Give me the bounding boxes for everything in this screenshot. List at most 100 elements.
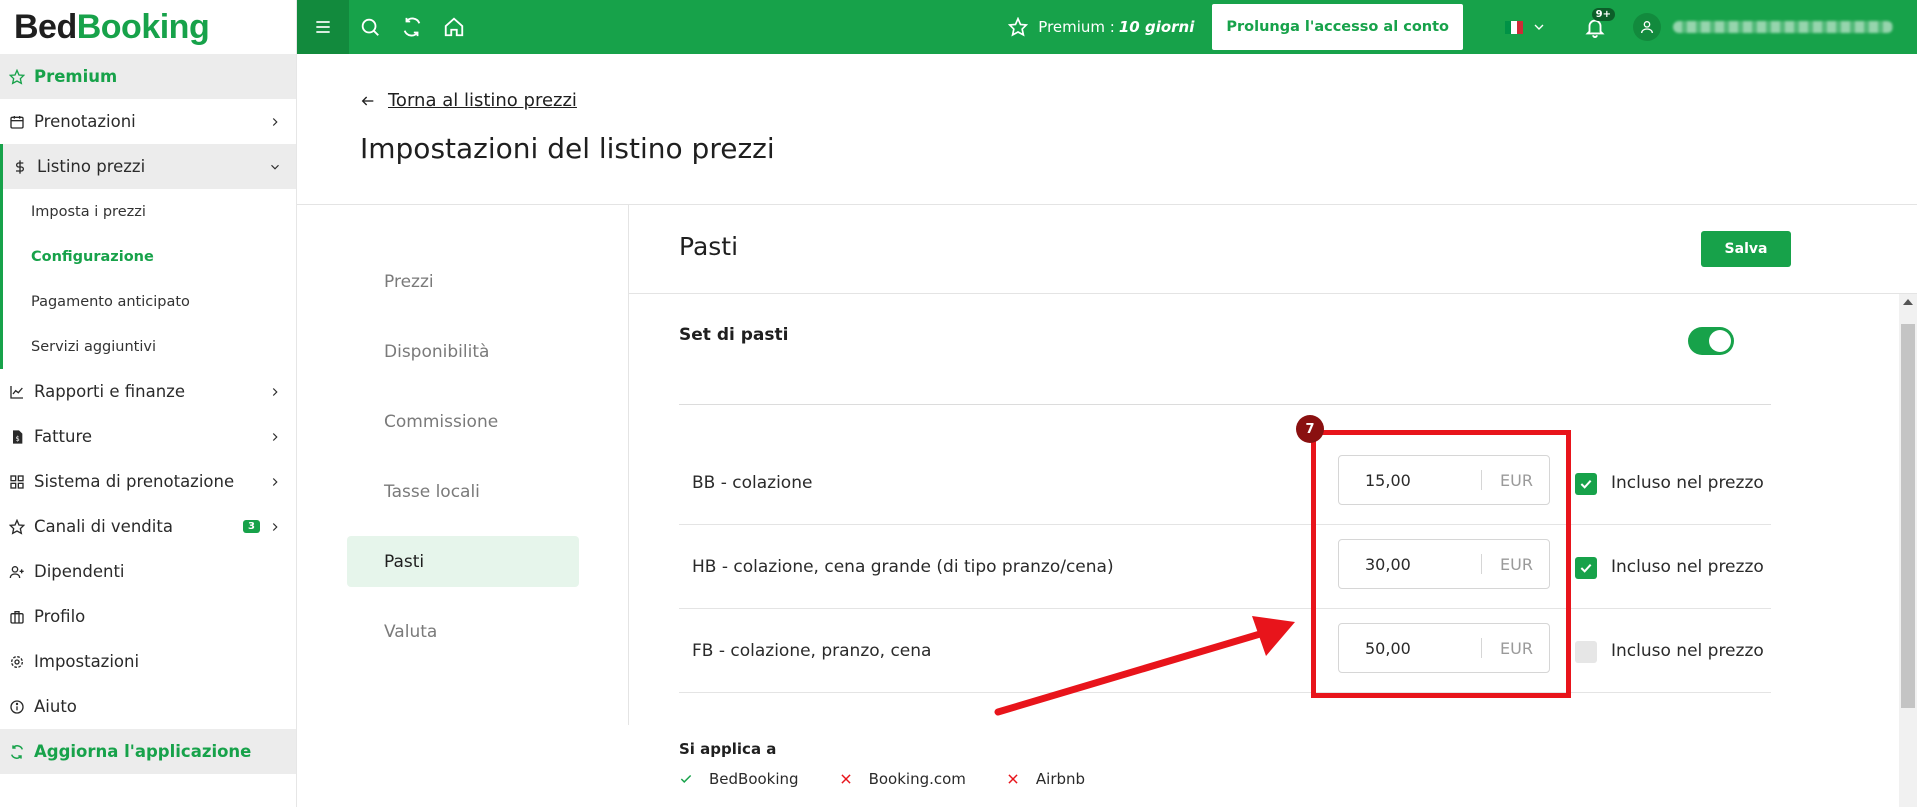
cross-icon [1008, 774, 1018, 784]
chevron-right-icon [268, 115, 282, 129]
meal-row-bb: BB - colazione 15,00 EUR Incluso nel pre… [679, 441, 1771, 525]
included-label: Incluso nel prezzo [1611, 556, 1764, 577]
star-outline-icon [8, 518, 26, 536]
chart-icon [8, 383, 26, 401]
meal-set-label: Set di pasti [679, 325, 789, 345]
sidebar-item-prenotazioni[interactable]: Prenotazioni [0, 99, 296, 144]
included-checkbox[interactable] [1575, 473, 1597, 495]
scrollbar-thumb[interactable] [1901, 324, 1915, 708]
user-plus-icon [8, 563, 26, 581]
language-selector[interactable] [1505, 19, 1547, 35]
sidebar-item-label: Impostazioni [34, 652, 140, 671]
italy-flag-icon [1505, 20, 1523, 34]
sidebar-item-aiuto[interactable]: Aiuto [0, 684, 296, 729]
sidebar-item-fatture[interactable]: $ Fatture [0, 414, 296, 459]
sidebar-item-label: Fatture [34, 427, 93, 446]
sidebar-item-canali-vendita[interactable]: Canali di vendita 3 [0, 504, 296, 549]
scrollbar[interactable] [1899, 294, 1917, 807]
sidebar-item-aggiorna[interactable]: Aggiorna l'applicazione [0, 729, 296, 774]
annotation-arrow-icon [994, 616, 1295, 716]
extend-access-button[interactable]: Prolunga l'accesso al conto [1212, 4, 1463, 50]
briefcase-icon [8, 608, 26, 626]
sidebar-item-rapporti[interactable]: Rapporti e finanze [0, 369, 296, 414]
sidebar: Bed Booking Premium Prenotazioni Listino … [0, 0, 297, 807]
meal-name: FB - colazione, pranzo, cena [692, 640, 932, 661]
channel-name: BedBooking [709, 770, 799, 788]
divider [629, 293, 1917, 294]
star-icon [1008, 17, 1029, 37]
settings-tab-pasti[interactable]: Pasti [347, 536, 579, 587]
settings-tab-disponibilita[interactable]: Disponibilità [347, 326, 579, 377]
dollar-icon [11, 158, 29, 176]
hamburger-icon [316, 21, 330, 33]
refresh-icon [8, 743, 26, 761]
info-icon [8, 698, 26, 716]
sidebar-item-label: Profilo [34, 607, 86, 626]
premium-days: 10 giorni [1118, 18, 1195, 36]
channel-name: Booking.com [868, 770, 966, 788]
sidebar-item-label: Listino prezzi [37, 157, 146, 176]
chevron-down-icon [1534, 24, 1544, 30]
annotation-step-badge: 7 [1296, 415, 1324, 443]
sidebar-item-dipendenti[interactable]: Dipendenti [0, 549, 296, 594]
divider [679, 404, 1771, 405]
vertical-divider [628, 205, 629, 725]
sidebar-item-profilo[interactable]: Profilo [0, 594, 296, 639]
included-checkbox[interactable] [1575, 557, 1597, 579]
included-label: Incluso nel prezzo [1611, 472, 1764, 493]
premium-label: Premium : [1038, 18, 1115, 36]
user-email-blurred[interactable] [1673, 21, 1893, 33]
sidebar-item-label: Aiuto [34, 697, 77, 716]
premium-status: Premium :10 giorni [1008, 17, 1194, 37]
chevron-right-icon [268, 385, 282, 399]
submenu-item-configurazione[interactable]: Configurazione [3, 234, 296, 279]
applies-to-label: Si applica a [679, 740, 777, 758]
notifications-badge: 9+ [1591, 8, 1615, 21]
sidebar-item-sistema-prenotazione[interactable]: Sistema di prenotazione [0, 459, 296, 504]
scroll-up-arrow-icon[interactable] [1903, 299, 1913, 305]
chevron-right-icon [268, 475, 282, 489]
chevron-right-icon [268, 520, 282, 534]
submenu-item-imposta-prezzi[interactable]: Imposta i prezzi [3, 189, 296, 234]
sidebar-submenu: Imposta i prezzi Configurazione Pagament… [0, 189, 296, 369]
settings-tab-tasse-locali[interactable]: Tasse locali [347, 466, 579, 517]
meal-set-toggle[interactable] [1688, 327, 1734, 355]
brand-logo[interactable]: Bed Booking [0, 0, 296, 54]
home-button[interactable] [433, 0, 475, 54]
sidebar-item-label: Sistema di prenotazione [34, 472, 235, 491]
count-badge: 3 [243, 520, 260, 533]
included-checkbox[interactable] [1575, 641, 1597, 663]
refresh-icon [403, 17, 421, 37]
sidebar-item-premium[interactable]: Premium [0, 54, 296, 99]
refresh-button[interactable] [391, 0, 433, 54]
settings-menu: Prezzi Disponibilità Commissione Tasse l… [347, 256, 579, 676]
check-icon [680, 774, 692, 783]
submenu-item-servizi-aggiuntivi[interactable]: Servizi aggiuntivi [3, 324, 296, 369]
sidebar-item-label: Canali di vendita [34, 517, 173, 536]
grid-icon [8, 473, 26, 491]
user-icon [1641, 21, 1653, 34]
settings-tab-valuta[interactable]: Valuta [347, 606, 579, 657]
avatar[interactable] [1633, 13, 1661, 41]
sidebar-item-label: Rapporti e finanze [34, 382, 185, 401]
channel-airbnb: Airbnb [1006, 770, 1085, 788]
channel-name: Airbnb [1035, 770, 1086, 788]
meal-name: BB - colazione [692, 472, 813, 493]
settings-tab-commissione[interactable]: Commissione [347, 396, 579, 447]
home-icon [444, 17, 464, 37]
settings-tab-prezzi[interactable]: Prezzi [347, 256, 579, 307]
sidebar-item-impostazioni[interactable]: Impostazioni [0, 639, 296, 684]
brand-logo-part1: Bed [14, 7, 77, 46]
brand-logo-part2: Booking [76, 7, 210, 46]
page-header: Torna al listino prezzi Impostazioni del… [297, 54, 1917, 205]
notifications-button[interactable]: 9+ [1575, 0, 1615, 54]
hamburger-menu-button[interactable] [297, 0, 349, 54]
search-button[interactable] [349, 0, 391, 54]
back-link[interactable]: Torna al listino prezzi [360, 90, 577, 111]
chevron-down-icon [268, 160, 282, 174]
sidebar-item-listino-prezzi[interactable]: Listino prezzi [3, 144, 296, 189]
channel-bedbooking: BedBooking [679, 770, 799, 788]
submenu-item-pagamento-anticipato[interactable]: Pagamento anticipato [3, 279, 296, 324]
save-button[interactable]: Salva [1701, 231, 1791, 267]
svg-text:$: $ [16, 435, 20, 443]
